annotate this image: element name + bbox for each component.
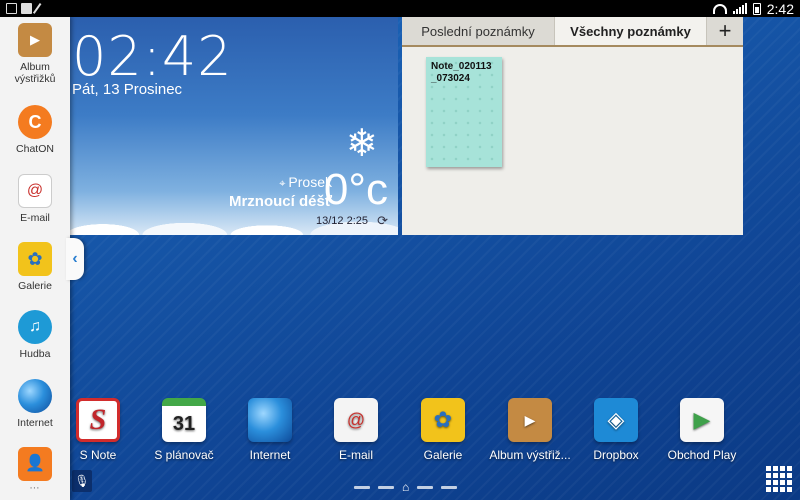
app-play-store[interactable]: ▶ Obchod Play — [654, 398, 750, 462]
calendar-icon: 31 — [162, 398, 206, 442]
location-icon: ⌖ — [279, 178, 286, 190]
gallery-icon: ✿ — [18, 242, 52, 276]
app-internet[interactable]: Internet — [222, 398, 318, 462]
tray-item-internet[interactable]: Internet — [0, 379, 70, 429]
contacts-icon: 👤 — [18, 447, 52, 481]
weather-temperature: 0°c — [323, 165, 388, 214]
multi-window-tray: ▶ Album výstřižků C ChatON @ E-mail ✿ Ga… — [0, 17, 70, 500]
globe-icon — [248, 398, 292, 442]
clock-time: 02:42 — [72, 25, 233, 88]
clock-date: Pát, 13 Prosinec — [72, 81, 183, 98]
page-dot — [441, 485, 458, 489]
page-dot — [378, 485, 394, 489]
tray-item-contacts[interactable]: 👤 — [0, 447, 70, 485]
app-s-planner[interactable]: 31 S plánovač — [136, 398, 232, 462]
notes-widget: Poslední poznámky Všechny poznámky + Not… — [402, 17, 743, 235]
snowflake-icon: ❄ — [346, 123, 378, 165]
notification-icons — [6, 2, 44, 15]
music-icon: ♫ — [18, 310, 52, 344]
weather-updated: 13/12 2:25 — [316, 215, 368, 227]
album-icon: ▶ — [508, 398, 552, 442]
tray-more-icon[interactable]: ⋯ — [0, 483, 70, 494]
page-indicator: ⌂ — [354, 480, 458, 494]
chaton-icon: C — [18, 105, 52, 139]
battery-icon — [752, 2, 761, 15]
tray-item-label: Galerie — [18, 280, 52, 292]
tray-collapse-handle[interactable]: ‹ — [66, 238, 84, 280]
app-dropbox[interactable]: ◈ Dropbox — [568, 398, 664, 462]
signal-icon — [732, 3, 747, 14]
app-label: E-mail — [338, 448, 373, 462]
tab-all-notes[interactable]: Všechny poznámky — [554, 17, 707, 45]
tray-item-label: Album výstřižků — [14, 61, 56, 85]
app-gallery[interactable]: ✿ Galerie — [395, 398, 491, 462]
globe-icon — [18, 379, 52, 413]
app-email[interactable]: @ E-mail — [308, 398, 404, 462]
page-dot — [354, 485, 370, 489]
add-note-button[interactable]: + — [707, 17, 743, 45]
status-bar: 2:42 — [0, 0, 800, 17]
dropbox-icon: ◈ — [594, 398, 638, 442]
tray-item-label: Hudba — [19, 348, 51, 360]
weather-condition: Mrznoucí déšť — [228, 193, 332, 210]
tab-recent-notes[interactable]: Poslední poznámky — [402, 17, 554, 45]
tray-item-music[interactable]: ♫ Hudba — [0, 310, 70, 360]
notes-tabs: Poslední poznámky Všechny poznámky + — [402, 17, 743, 47]
play-store-icon: ▶ — [680, 398, 724, 442]
page-dot — [417, 485, 434, 489]
app-label: Obchod Play — [667, 448, 737, 462]
tray-item-label: Internet — [17, 417, 53, 429]
email-icon: @ — [334, 398, 378, 442]
app-label: Internet — [249, 448, 291, 462]
clock-weather-widget[interactable]: 02:42 Pát, 13 Prosinec ❄ ⌖ Prosek 0°c Mrz… — [70, 17, 398, 235]
apps-grid-icon[interactable] — [766, 466, 792, 492]
chevron-left-icon: ‹ — [72, 250, 78, 267]
note-title: Note_020113_073024 — [431, 61, 492, 84]
wifi-icon — [712, 3, 727, 14]
tray-item-gallery[interactable]: ✿ Galerie — [0, 242, 70, 292]
gallery-icon: ✿ — [421, 398, 465, 442]
app-label: S plánovač — [154, 448, 214, 462]
image-notification-icon — [21, 3, 32, 14]
home-icon: ⌂ — [402, 480, 410, 494]
tray-item-label: ChatON — [16, 143, 54, 155]
status-time: 2:42 — [766, 0, 794, 17]
email-icon: @ — [18, 174, 52, 208]
snote-icon: S — [76, 398, 120, 442]
screenshot-notification-icon — [6, 3, 17, 14]
tray-item-email[interactable]: @ E-mail — [0, 174, 70, 224]
app-album[interactable]: ▶ Album výstřiž... — [482, 398, 578, 462]
tray-item-label: E-mail — [20, 212, 50, 224]
voice-search-icon[interactable]: 🎙 — [72, 470, 92, 492]
tray-item-album[interactable]: ▶ Album výstřižků — [0, 23, 70, 85]
album-icon: ▶ — [18, 23, 52, 57]
app-label: Album výstřiž... — [489, 448, 571, 462]
note-thumbnail[interactable]: Note_020113_073024 — [426, 57, 502, 167]
pen-notification-icon — [32, 2, 44, 15]
refresh-icon[interactable]: ⟳ — [377, 213, 388, 229]
app-label: Dropbox — [593, 448, 639, 462]
app-label: Galerie — [423, 448, 463, 462]
tray-item-chaton[interactable]: C ChatON — [0, 105, 70, 155]
